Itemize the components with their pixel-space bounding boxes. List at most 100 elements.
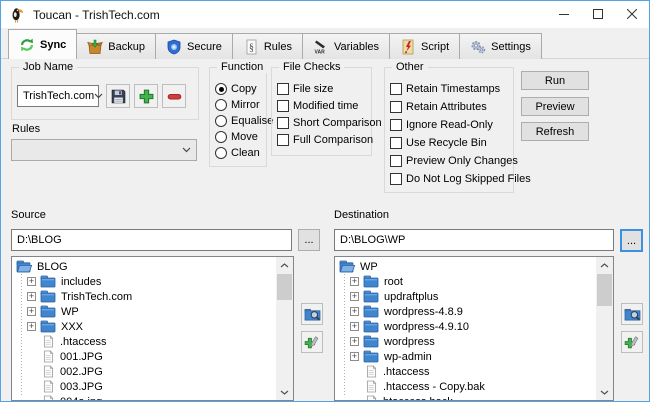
radio-icon[interactable] bbox=[215, 99, 227, 111]
run-button[interactable]: Run bbox=[521, 71, 589, 90]
destination-open-explorer-button[interactable] bbox=[621, 303, 643, 325]
radio-icon[interactable] bbox=[215, 147, 227, 159]
tree-item-includes[interactable]: + includes bbox=[16, 274, 274, 289]
expand-plus-icon[interactable]: + bbox=[27, 277, 36, 286]
scrollbar-thumb[interactable] bbox=[277, 274, 292, 300]
checkbox-icon[interactable] bbox=[390, 101, 402, 113]
tab-backup[interactable]: Backup bbox=[76, 33, 156, 59]
expand-plus-icon[interactable]: + bbox=[350, 277, 359, 286]
option-label: Mirror bbox=[231, 99, 260, 111]
other-option-use-recycle-bin[interactable]: Use Recycle Bin bbox=[390, 134, 516, 152]
file-icon bbox=[43, 350, 54, 363]
file-checks-option-modified-time[interactable]: Modified time bbox=[277, 97, 377, 114]
job-name-combobox[interactable]: TrishTech.com bbox=[17, 85, 103, 107]
insert-variable-icon bbox=[304, 335, 321, 350]
scrollbar-thumb[interactable] bbox=[597, 274, 612, 306]
destination-browse-button[interactable]: ... bbox=[620, 229, 643, 252]
function-option-mirror[interactable]: Mirror bbox=[215, 97, 275, 113]
scroll-up-icon[interactable] bbox=[276, 257, 293, 273]
file-checks-option-full-comparison[interactable]: Full Comparison bbox=[277, 131, 377, 148]
tree-item-004a-jpg[interactable]: 004a.jpg bbox=[16, 394, 274, 400]
refresh-button[interactable]: Refresh bbox=[521, 122, 589, 141]
radio-icon[interactable] bbox=[215, 83, 227, 95]
expand-plus-icon[interactable]: + bbox=[27, 292, 36, 301]
function-option-copy[interactable]: Copy bbox=[215, 81, 275, 97]
source-tree-scrollbar[interactable] bbox=[276, 257, 293, 400]
source-path-input[interactable] bbox=[11, 229, 292, 251]
scroll-down-icon[interactable] bbox=[596, 384, 613, 400]
tree-item-root[interactable]: + root bbox=[339, 274, 594, 289]
tab-settings[interactable]: Settings bbox=[459, 33, 542, 59]
tree-item-trishtech-com[interactable]: + TrishTech.com bbox=[16, 289, 274, 304]
checkbox-icon[interactable] bbox=[390, 173, 402, 185]
tree-item-wordpress[interactable]: + wordpress bbox=[339, 334, 594, 349]
preview-button[interactable]: Preview bbox=[521, 97, 589, 116]
source-insert-variable-button[interactable] bbox=[301, 331, 323, 353]
destination-tree-scrollbar[interactable] bbox=[596, 257, 613, 400]
expand-plus-icon[interactable]: + bbox=[350, 307, 359, 316]
other-option-preview-only-changes[interactable]: Preview Only Changes bbox=[390, 152, 518, 170]
function-option-equalise[interactable]: Equalise bbox=[215, 113, 275, 129]
tab-rules[interactable]: Rules bbox=[231, 33, 303, 59]
other-option-retain-attributes[interactable]: Retain Attributes bbox=[390, 98, 516, 116]
remove-job-button[interactable] bbox=[162, 84, 186, 108]
file-checks-option-short-comparison[interactable]: Short Comparison bbox=[277, 114, 382, 131]
tab-variables[interactable]: Variables bbox=[301, 33, 391, 59]
tree-item-001-jpg[interactable]: 001.JPG bbox=[16, 349, 274, 364]
radio-icon[interactable] bbox=[215, 115, 227, 127]
tab-secure[interactable]: Secure bbox=[155, 33, 233, 59]
tree-item-002-jpg[interactable]: 002.JPG bbox=[16, 364, 274, 379]
tree-item-xxx[interactable]: + XXX bbox=[16, 319, 274, 334]
checkbox-icon[interactable] bbox=[277, 133, 289, 146]
checkbox-icon[interactable] bbox=[277, 116, 289, 129]
maximize-button[interactable] bbox=[581, 1, 615, 27]
checkbox-icon[interactable] bbox=[390, 155, 402, 167]
tree-item-wp-admin[interactable]: + wp-admin bbox=[339, 349, 594, 364]
expand-plus-icon[interactable]: + bbox=[27, 322, 36, 331]
destination-insert-variable-button[interactable] bbox=[621, 331, 643, 353]
other-option-ignore-read-only[interactable]: Ignore Read-Only bbox=[390, 116, 516, 134]
tree-item--htaccess[interactable]: .htaccess bbox=[339, 364, 594, 379]
source-browse-button[interactable]: ... bbox=[298, 229, 320, 251]
tree-item-blog[interactable]: BLOG bbox=[16, 259, 274, 274]
scroll-down-icon[interactable] bbox=[276, 384, 293, 400]
expand-plus-icon[interactable]: + bbox=[27, 307, 36, 316]
other-option-do-not-log-skipped-files[interactable]: Do Not Log Skipped Files bbox=[390, 170, 531, 188]
file-checks-option-file-size[interactable]: File size bbox=[277, 80, 377, 97]
checkbox-icon[interactable] bbox=[390, 83, 402, 95]
minimize-button[interactable] bbox=[547, 1, 581, 27]
tree-item-wp[interactable]: + WP bbox=[16, 304, 274, 319]
checkbox-icon[interactable] bbox=[277, 99, 289, 112]
destination-path-input[interactable] bbox=[334, 229, 614, 251]
tree-item-updraftplus[interactable]: + updraftplus bbox=[339, 289, 594, 304]
other-option-retain-timestamps[interactable]: Retain Timestamps bbox=[390, 80, 516, 98]
destination-tree: WP + root + updraftplus + wordpress-4.8.9 + word… bbox=[334, 256, 614, 401]
tree-item-label: WP bbox=[61, 305, 79, 318]
close-button[interactable] bbox=[615, 1, 649, 27]
checkbox-icon[interactable] bbox=[390, 137, 402, 149]
checkbox-icon[interactable] bbox=[390, 119, 402, 131]
tree-item-htaccess-back[interactable]: htaccess.back bbox=[339, 394, 594, 400]
checkbox-icon[interactable] bbox=[277, 82, 289, 95]
function-option-move[interactable]: Move bbox=[215, 129, 275, 145]
tree-item--htaccess-copy-bak[interactable]: .htaccess - Copy.bak bbox=[339, 379, 594, 394]
expand-plus-icon[interactable]: + bbox=[350, 322, 359, 331]
rules-combobox[interactable] bbox=[11, 139, 197, 161]
expand-plus-icon[interactable]: + bbox=[350, 337, 359, 346]
function-option-clean[interactable]: Clean bbox=[215, 145, 275, 161]
save-job-button[interactable] bbox=[106, 84, 130, 108]
expand-plus-icon[interactable]: + bbox=[350, 292, 359, 301]
expand-plus-icon[interactable]: + bbox=[350, 352, 359, 361]
source-open-explorer-button[interactable] bbox=[301, 303, 323, 325]
tree-item-wp[interactable]: WP bbox=[339, 259, 594, 274]
tree-item-003-jpg[interactable]: 003.JPG bbox=[16, 379, 274, 394]
radio-icon[interactable] bbox=[215, 131, 227, 143]
tree-item-wordpress-4-8-9[interactable]: + wordpress-4.8.9 bbox=[339, 304, 594, 319]
scroll-up-icon[interactable] bbox=[596, 257, 613, 273]
tree-item-wordpress-4-9-10[interactable]: + wordpress-4.9.10 bbox=[339, 319, 594, 334]
tree-item--htaccess[interactable]: .htaccess bbox=[16, 334, 274, 349]
add-job-button[interactable] bbox=[134, 84, 158, 108]
option-label: Equalise bbox=[231, 115, 274, 127]
tab-sync[interactable]: Sync bbox=[8, 29, 78, 59]
tab-script[interactable]: Script bbox=[389, 33, 461, 59]
